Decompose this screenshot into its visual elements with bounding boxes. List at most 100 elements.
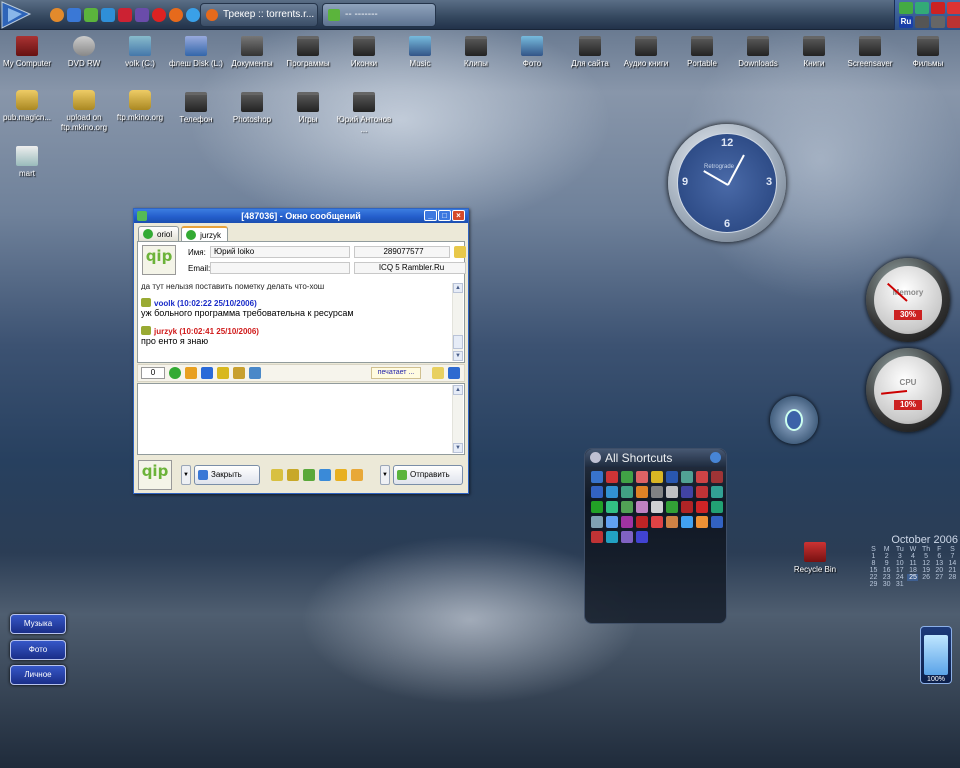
email-field[interactable]: [210, 262, 350, 274]
calendar-day[interactable]: 23: [881, 574, 892, 581]
close-tab-icon[interactable]: [448, 367, 460, 379]
opera-icon[interactable]: [152, 8, 166, 22]
calendar-day[interactable]: 29: [868, 581, 879, 588]
calendar-day[interactable]: 31: [894, 581, 905, 588]
play-icon[interactable]: [785, 409, 803, 431]
desktop-icon-phone[interactable]: Телефон: [166, 92, 226, 125]
send-file-icon[interactable]: [271, 469, 283, 481]
calendar-day[interactable]: 22: [868, 574, 879, 581]
close-window-button[interactable]: Закрыть: [194, 465, 260, 485]
shortcut-icon[interactable]: [711, 486, 723, 498]
input-scrollbar[interactable]: ▲ ▼: [452, 385, 463, 453]
calendar-day[interactable]: 21: [947, 567, 958, 574]
shortcut-icon[interactable]: [591, 516, 603, 528]
shortcut-icon[interactable]: [606, 531, 618, 543]
shortcut-icon[interactable]: [591, 501, 603, 513]
heart-icon[interactable]: [118, 8, 132, 22]
shortcut-icon[interactable]: [696, 501, 708, 513]
volume-icon[interactable]: [915, 16, 929, 28]
avatar-icon[interactable]: [50, 8, 64, 22]
shortcut-icon[interactable]: [681, 516, 693, 528]
desktop-icon-portable[interactable]: Portable: [672, 36, 732, 69]
smiley-icon[interactable]: [169, 367, 181, 379]
cross-icon[interactable]: [931, 2, 945, 14]
scroll-down-arrow[interactable]: ▼: [453, 443, 463, 453]
desktop-icon-clips[interactable]: Клипы: [446, 36, 506, 69]
user-info-icon[interactable]: [454, 246, 466, 258]
shortcut-icon[interactable]: [621, 471, 633, 483]
desktop-icon-ftp-mkino[interactable]: ftp.mkino.org: [110, 90, 170, 123]
name-field[interactable]: Юрий loiko: [210, 246, 350, 258]
qip-tray-icon[interactable]: [899, 2, 913, 14]
translit-icon[interactable]: [201, 367, 213, 379]
explorer-icon[interactable]: [67, 8, 81, 22]
shortcut-icon[interactable]: [591, 486, 603, 498]
calendar-day[interactable]: 9: [881, 560, 892, 567]
minimize-button[interactable]: _: [424, 210, 437, 221]
desktop-icon-documents[interactable]: Документы: [222, 36, 282, 69]
desktop-icon-music[interactable]: Music: [390, 36, 450, 69]
message-input[interactable]: ▲ ▼: [137, 383, 465, 455]
shortcut-icon[interactable]: [606, 486, 618, 498]
contacts-icon[interactable]: [287, 469, 299, 481]
shortcut-icon[interactable]: [591, 471, 603, 483]
maximize-button[interactable]: □: [438, 210, 451, 221]
ie-icon[interactable]: [186, 8, 200, 22]
desktop-icon-flash[interactable]: флеш Disk (L:): [166, 36, 226, 69]
calendar-day[interactable]: 28: [947, 574, 958, 581]
desktop-icon-games[interactable]: Игры: [278, 92, 338, 125]
calendar-day[interactable]: 19: [921, 567, 932, 574]
shortcut-icon[interactable]: [681, 486, 693, 498]
note-icon[interactable]: [351, 469, 363, 481]
desktop-icon-antonov[interactable]: Юрий Антонов ...: [334, 92, 394, 135]
calendar-day[interactable]: 14: [947, 560, 958, 567]
desktop-icon-photoshop[interactable]: Photoshop: [222, 92, 282, 125]
shortcut-icon[interactable]: [711, 501, 723, 513]
close-button[interactable]: ×: [452, 210, 465, 221]
window-titlebar[interactable]: [487036] - Окно сообщений _ □ ×: [134, 209, 468, 223]
shortcut-icon[interactable]: [651, 486, 663, 498]
calendar-day[interactable]: 6: [934, 553, 945, 560]
shortcut-icon[interactable]: [711, 471, 723, 483]
calendar-day[interactable]: 16: [881, 567, 892, 574]
shield-icon[interactable]: [947, 16, 960, 28]
calendar-day[interactable]: 27: [934, 574, 945, 581]
desktop-icon-photo[interactable]: Фото: [502, 36, 562, 69]
info-icon[interactable]: [249, 367, 261, 379]
calendar-day[interactable]: 10: [894, 560, 905, 567]
calendar-day[interactable]: 26: [921, 574, 932, 581]
scroll-up-arrow[interactable]: ▲: [453, 385, 463, 395]
calendar-day[interactable]: 25: [907, 574, 919, 581]
spell-icon[interactable]: [335, 469, 347, 481]
calendar-day[interactable]: 7: [947, 553, 958, 560]
calendar-day[interactable]: 8: [868, 560, 879, 567]
shortcut-icon[interactable]: [681, 501, 693, 513]
desktop-icon-programs[interactable]: Программы: [278, 36, 338, 69]
note-icon[interactable]: [432, 367, 444, 379]
calendar-day[interactable]: 17: [894, 567, 905, 574]
calendar-day[interactable]: 15: [868, 567, 879, 574]
text-format-icon[interactable]: [185, 367, 197, 379]
shortcut-icon[interactable]: [606, 471, 618, 483]
shortcut-icon[interactable]: [651, 516, 663, 528]
calendar-day[interactable]: 13: [934, 560, 945, 567]
taskbar-item-qip[interactable]: -- -------: [322, 3, 436, 27]
scroll-thumb[interactable]: [453, 335, 463, 349]
shortcut-icon[interactable]: [666, 486, 678, 498]
back-icon[interactable]: [590, 452, 601, 463]
shortcut-icon[interactable]: [606, 516, 618, 528]
shortcut-icon[interactable]: [681, 471, 693, 483]
shortcut-icon[interactable]: [636, 516, 648, 528]
shortcut-icon[interactable]: [711, 516, 723, 528]
desktop-icon-books[interactable]: Книги: [784, 36, 844, 69]
start-button[interactable]: [0, 0, 36, 30]
calendar-day[interactable]: 24: [894, 574, 905, 581]
shortcut-icon[interactable]: [636, 501, 648, 513]
shortcut-icon[interactable]: [651, 501, 663, 513]
scroll-up-arrow[interactable]: ▲: [453, 283, 463, 293]
history-scrollbar[interactable]: ▲ ▼: [452, 283, 463, 361]
shortcut-icon[interactable]: [696, 516, 708, 528]
launcher-button-photo[interactable]: Фото: [10, 640, 66, 660]
settings-icon[interactable]: [710, 452, 721, 463]
sms-icon[interactable]: [303, 469, 315, 481]
